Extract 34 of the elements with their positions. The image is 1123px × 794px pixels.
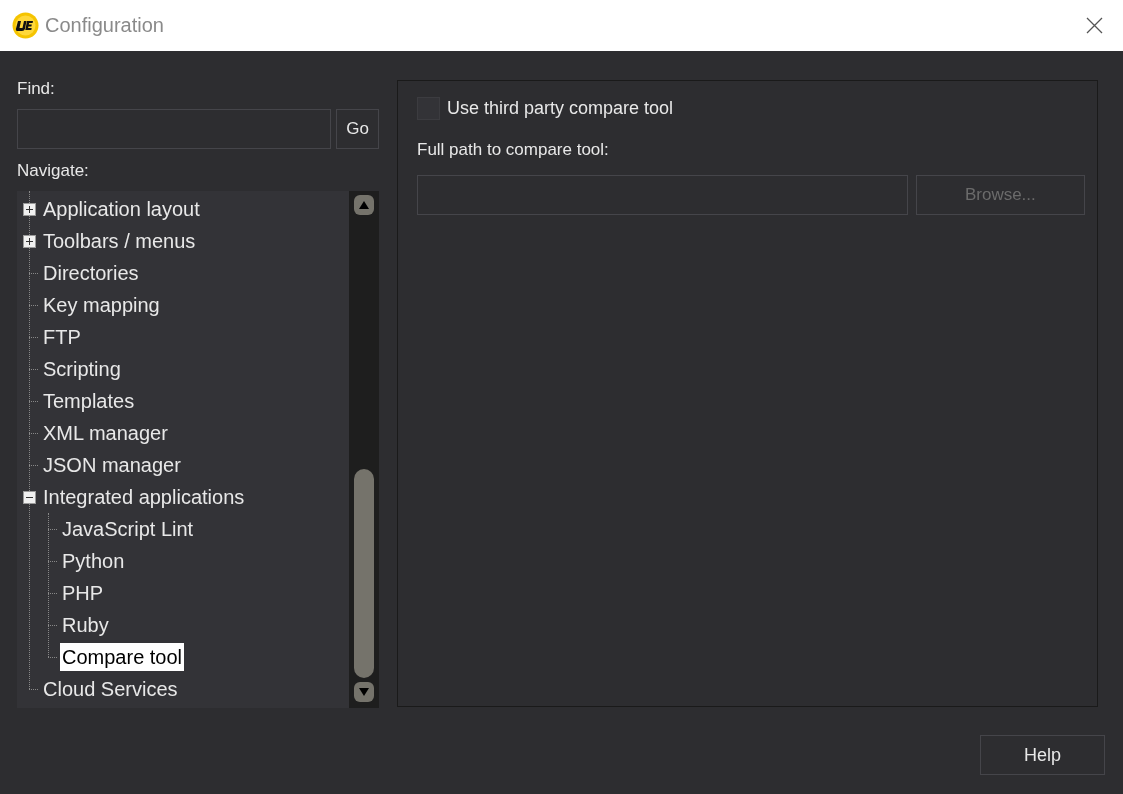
path-label: Full path to compare tool: <box>417 140 610 160</box>
tree-item[interactable]: Directories <box>41 259 141 287</box>
tree-item[interactable]: JavaScript Lint <box>60 515 196 543</box>
scroll-down-icon[interactable] <box>354 682 374 702</box>
tree-item[interactable]: Application layout <box>41 195 202 223</box>
scroll-up-icon[interactable] <box>354 195 374 215</box>
scrollbar-thumb[interactable] <box>354 469 374 678</box>
navigate-label: Navigate: <box>17 161 89 181</box>
checkbox-label[interactable]: Use third party compare tool <box>447 98 674 119</box>
tree-item[interactable]: PHP <box>60 579 106 607</box>
tree-item[interactable]: Key mapping <box>41 291 162 319</box>
tree-item[interactable]: Integrated applications <box>41 483 247 511</box>
tree-item[interactable]: Templates <box>41 387 137 415</box>
window-title: Configuration <box>45 14 164 37</box>
tree-item[interactable]: JSON manager <box>41 451 183 479</box>
tree-item[interactable]: Scripting <box>41 355 123 383</box>
close-icon[interactable] <box>1086 17 1103 34</box>
tree-item[interactable]: XML manager <box>41 419 170 447</box>
find-field[interactable] <box>17 109 331 149</box>
help-button[interactable]: Help <box>980 735 1105 775</box>
tree-item[interactable]: Ruby <box>60 611 111 639</box>
expand-icon[interactable] <box>23 235 36 248</box>
tree-item[interactable]: Compare tool <box>60 643 185 671</box>
tree-item[interactable]: Toolbars / menus <box>41 227 198 255</box>
app-logo-icon <box>12 12 39 39</box>
tree-item[interactable]: Cloud Services <box>41 675 180 703</box>
scrollbar[interactable] <box>349 191 379 708</box>
go-button[interactable]: Go <box>336 109 379 149</box>
expand-icon[interactable] <box>23 203 36 216</box>
find-label: Find: <box>17 79 55 99</box>
tree-item[interactable]: FTP <box>41 323 83 351</box>
path-field[interactable] <box>417 175 908 215</box>
tree-item[interactable]: Python <box>60 547 127 575</box>
collapse-icon[interactable] <box>23 491 36 504</box>
